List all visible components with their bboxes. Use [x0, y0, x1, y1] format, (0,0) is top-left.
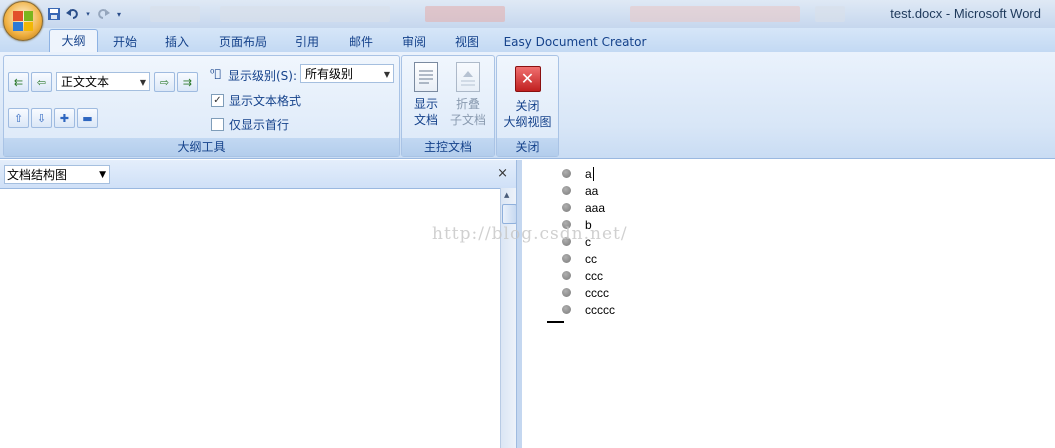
tab-references[interactable]: 引用 [285, 32, 329, 52]
undo-icon[interactable] [65, 6, 81, 22]
outline-item-text: aa [585, 183, 599, 198]
close-outline-view-label: 关闭 大纲视图 [503, 99, 552, 129]
text-cursor [592, 166, 594, 181]
chevron-down-icon: ▼ [99, 170, 106, 180]
outline-bullet-icon [562, 254, 571, 263]
office-logo-icon [13, 11, 33, 31]
tab-easy-document-creator[interactable]: Easy Document Creator [500, 32, 650, 52]
outline-item-text: cc [585, 251, 597, 266]
outline-item-text: ccc [585, 268, 603, 283]
outline-item[interactable]: a [562, 165, 594, 182]
close-outline-view-button[interactable]: ✕ 关闭 大纲视图 [499, 66, 556, 130]
show-level-icon: ⁰⃝ [210, 67, 222, 80]
tab-outline[interactable]: 大纲 [49, 29, 98, 53]
outline-bullet-icon [562, 288, 571, 297]
outline-item-text: a [585, 166, 592, 181]
redo-icon[interactable] [95, 6, 111, 22]
demote-to-body-button[interactable]: ⇉ [177, 72, 198, 92]
ribbon-tabs: 大纲 开始 插入 页面布局 引用 邮件 审阅 视图 Easy Document … [0, 28, 1055, 53]
tab-insert[interactable]: 插入 [155, 32, 199, 52]
outline-item[interactable]: ccc [562, 267, 603, 284]
show-level-value: 所有级别 [305, 67, 354, 81]
outline-item-text: ccccc [585, 302, 615, 317]
document-map-select[interactable]: 文档结构图 ▼ [4, 165, 110, 184]
outline-bullet-icon [562, 186, 571, 195]
first-line-only-label: 仅显示首行 [229, 118, 290, 132]
show-document-label: 显示 文档 [413, 97, 438, 127]
tab-mailings[interactable]: 邮件 [339, 32, 383, 52]
show-text-format-label: 显示文本格式 [229, 94, 302, 108]
document-map-header: 文档结构图 ▼ × [0, 160, 516, 189]
show-document-button[interactable]: 显示 文档 [408, 62, 444, 128]
demote-button[interactable]: ⇨ [154, 72, 175, 92]
close-icon[interactable]: × [497, 166, 508, 181]
outline-bullet-icon [562, 305, 571, 314]
tab-view[interactable]: 视图 [445, 32, 489, 52]
collapse-button[interactable]: ▬ [77, 108, 98, 128]
document-map-pane: 文档结构图 ▼ × ▲ [0, 160, 517, 448]
document-area[interactable]: a aa aaa b c cc ccc cccc ccccc [522, 160, 1055, 448]
move-down-button[interactable]: ⇩ [31, 108, 52, 128]
promote-to-heading1-button[interactable]: ⇇ [8, 72, 29, 92]
window-title: test.docx - Microsoft Word [890, 6, 1041, 21]
outline-bullet-icon [562, 169, 571, 178]
outline-bullet-icon [562, 203, 571, 212]
tab-home[interactable]: 开始 [103, 32, 147, 52]
customize-icon[interactable]: ▾ [114, 6, 124, 22]
outline-tools-group-label: 大纲工具 [4, 138, 399, 156]
outline-item[interactable]: aa [562, 182, 598, 199]
end-of-document-mark [547, 321, 564, 323]
show-level-label: 显示级别(S): [228, 69, 298, 83]
document-icon [414, 62, 438, 92]
tab-page-layout[interactable]: 页面布局 [210, 32, 276, 52]
outline-item-text: cccc [585, 285, 609, 300]
master-document-group: 显示 文档 折叠 子文档 主控文档 [401, 55, 495, 157]
close-icon: ✕ [514, 66, 541, 92]
close-group-label: 关闭 [497, 138, 558, 156]
outline-item-text: aaa [585, 200, 606, 215]
outline-tools-group: ⇇ ⇦ 正文文本 ▼ ⇨ ⇉ ⇧ ⇩ ✚ ▬ ⁰⃝ 显示级别(S): 所有级别 … [3, 55, 400, 157]
chevron-down-icon[interactable]: ▾ [84, 6, 92, 22]
ribbon: ⇇ ⇦ 正文文本 ▼ ⇨ ⇉ ⇧ ⇩ ✚ ▬ ⁰⃝ 显示级别(S): 所有级别 … [0, 52, 1055, 159]
collapse-subdocuments-button[interactable]: 折叠 子文档 [448, 62, 488, 128]
outline-item[interactable]: aaa [562, 199, 605, 216]
outline-item[interactable]: cc [562, 250, 597, 267]
outline-bullet-icon [562, 271, 571, 280]
first-line-only-checkbox[interactable] [211, 118, 224, 131]
close-group: ✕ 关闭 大纲视图 关闭 [496, 55, 559, 157]
taskbar-blur [150, 6, 850, 22]
promote-button[interactable]: ⇦ [31, 72, 52, 92]
master-document-group-label: 主控文档 [402, 138, 494, 156]
office-button[interactable] [3, 1, 43, 41]
tab-review[interactable]: 审阅 [392, 32, 436, 52]
collapse-subdocuments-label: 折叠 子文档 [449, 97, 486, 127]
chevron-down-icon: ▼ [139, 78, 146, 87]
outline-item[interactable]: ccccc [562, 301, 615, 318]
collapse-subdocument-icon [456, 62, 480, 92]
quick-access-toolbar: ▾ ▾ [46, 5, 124, 23]
show-text-format-checkbox[interactable]: ✓ [211, 94, 224, 107]
show-level-select[interactable]: 所有级别 ▼ [300, 64, 394, 83]
outline-item[interactable]: cccc [562, 284, 609, 301]
move-up-button[interactable]: ⇧ [8, 108, 29, 128]
chevron-down-icon: ▼ [383, 70, 390, 79]
expand-button[interactable]: ✚ [54, 108, 75, 128]
document-map-mode: 文档结构图 [7, 168, 68, 182]
scrollbar-thumb[interactable] [502, 204, 517, 224]
save-icon[interactable] [46, 6, 62, 22]
outline-level-select[interactable]: 正文文本 ▼ [56, 72, 150, 91]
scroll-up-icon[interactable]: ▲ [504, 191, 509, 199]
watermark-text: http://blog.csdn.net/ [432, 224, 628, 244]
title-bar: ▾ ▾ test.docx - Microsoft Word [0, 0, 1055, 41]
outline-level-value: 正文文本 [61, 75, 110, 89]
